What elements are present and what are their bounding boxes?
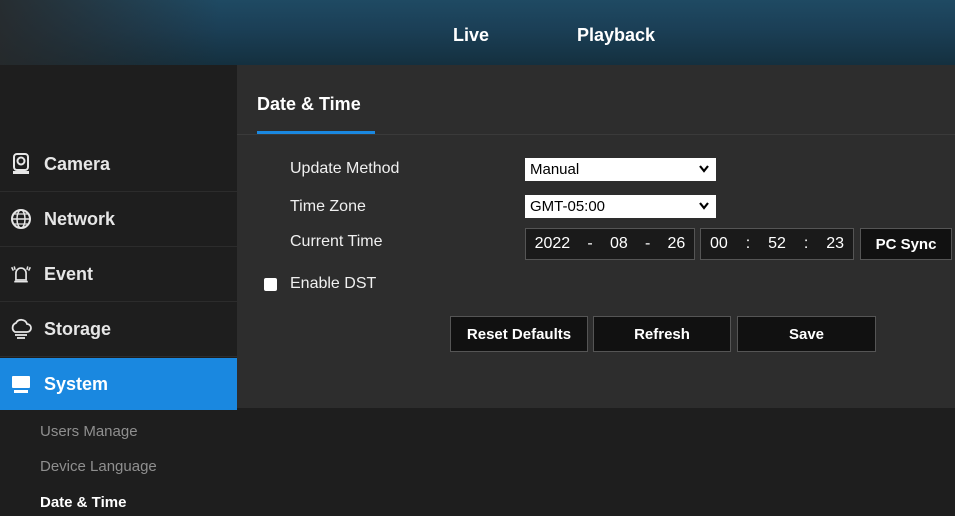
current-time-label: Current Time — [290, 233, 383, 250]
enable-dst-label: Enable DST — [290, 275, 377, 292]
top-bar-shade — [0, 0, 220, 65]
enable-dst-checkbox[interactable] — [264, 278, 277, 291]
refresh-button[interactable]: Refresh — [593, 316, 731, 352]
time-zone-value: GMT-05:00 — [530, 198, 606, 215]
settings-panel: Date & Time Update Method Manual Time Zo… — [237, 65, 955, 408]
sidebar-item-camera[interactable]: Camera — [0, 137, 237, 192]
tab-playback[interactable]: Playback — [577, 25, 655, 46]
divider — [237, 134, 955, 135]
sidebar-item-label: Camera — [44, 153, 111, 174]
save-button[interactable]: Save — [737, 316, 876, 352]
page-title: Date & Time — [257, 94, 361, 114]
minute-field[interactable]: 52 — [768, 235, 786, 253]
year-field[interactable]: 2022 — [535, 235, 571, 253]
update-method-select[interactable]: Manual — [525, 158, 716, 181]
update-method-value: Manual — [530, 161, 580, 178]
storage-icon — [10, 318, 32, 340]
chevron-down-icon — [699, 165, 709, 173]
hour-field[interactable]: 00 — [710, 235, 728, 253]
date-separator: - — [644, 235, 651, 252]
sub-item-device-language[interactable]: Device Language — [40, 458, 157, 475]
month-field[interactable]: 08 — [610, 235, 628, 253]
system-icon — [10, 373, 32, 395]
sidebar-item-event[interactable]: Event — [0, 247, 237, 302]
pc-sync-button[interactable]: PC Sync — [860, 228, 952, 260]
sidebar-item-label: Event — [44, 263, 94, 284]
sidebar-item-storage[interactable]: Storage — [0, 302, 237, 357]
time-separator: : — [745, 235, 751, 252]
date-separator: - — [587, 235, 593, 252]
sidebar-item-network[interactable]: Network — [0, 192, 237, 247]
camera-icon — [10, 153, 32, 175]
network-icon — [10, 208, 32, 230]
reset-defaults-button[interactable]: Reset Defaults — [450, 316, 588, 352]
sidebar-item-label: Network — [44, 208, 116, 229]
time-input[interactable]: 00 : 52 : 23 — [700, 228, 854, 260]
tab-live[interactable]: Live — [453, 25, 489, 46]
day-field[interactable]: 26 — [668, 235, 686, 253]
time-separator: : — [803, 235, 809, 252]
sub-item-date-time[interactable]: Date & Time — [40, 494, 126, 511]
time-zone-select[interactable]: GMT-05:00 — [525, 195, 716, 218]
sidebar-item-system[interactable]: System — [0, 358, 237, 410]
update-method-label: Update Method — [290, 160, 400, 177]
chevron-down-icon — [699, 202, 709, 210]
sidebar-item-label: System — [44, 373, 109, 394]
event-icon — [10, 263, 32, 285]
top-bar: Live Playback — [0, 0, 955, 65]
second-field[interactable]: 23 — [826, 235, 844, 253]
date-input[interactable]: 2022 - 08 - 26 — [525, 228, 695, 260]
sidebar-item-label: Storage — [44, 318, 112, 339]
time-zone-label: Time Zone — [290, 198, 366, 215]
sub-item-users-manage[interactable]: Users Manage — [40, 423, 138, 440]
sidebar: Camera Network Event Storage System User… — [0, 65, 237, 516]
empty-area — [237, 408, 955, 516]
